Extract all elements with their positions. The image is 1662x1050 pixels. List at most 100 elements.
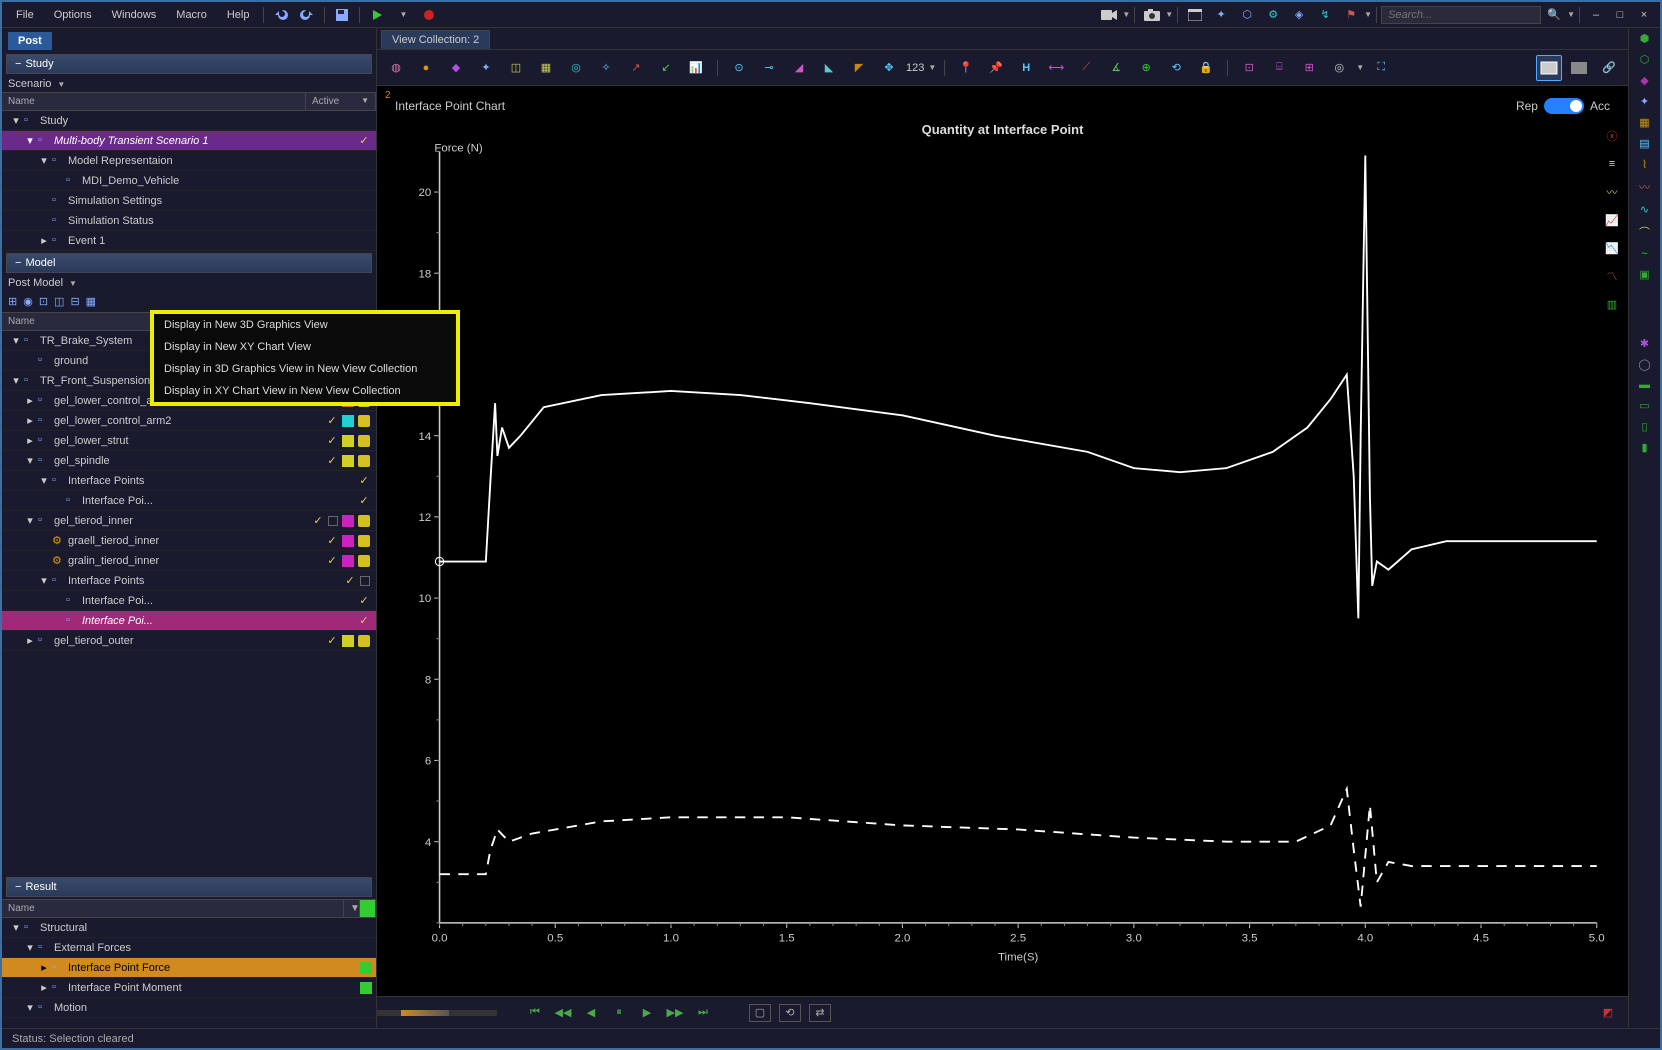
tree-row[interactable]: ▸▫gel_lower_strut✓ (2, 431, 376, 451)
expand-arrow[interactable]: ▸ (38, 961, 50, 974)
expand-arrow[interactable]: ▾ (10, 374, 22, 387)
ric-box1-icon[interactable]: ▣ (1639, 268, 1649, 281)
tree-row[interactable]: ▾▫gel_tierod_inner✓ (2, 511, 376, 531)
cm-item-3d-new[interactable]: Display in New 3D Graphics View (154, 314, 456, 336)
tool-icon-1[interactable]: ✦ (1211, 5, 1231, 25)
scenario-dropdown[interactable]: ▼ (57, 80, 65, 89)
play-fwd-icon[interactable]: ▶ (637, 1003, 657, 1023)
tree-row[interactable]: ▫Interface Poi...✓ (2, 591, 376, 611)
expand-arrow[interactable]: ▾ (10, 334, 22, 347)
vtb-grid-icon[interactable]: ▦ (533, 55, 559, 81)
col-active[interactable]: Active▼ (306, 93, 376, 110)
color-swatch[interactable] (342, 455, 354, 467)
model-tb-1[interactable]: ⊞ (8, 295, 17, 308)
menu-windows[interactable]: Windows (102, 5, 167, 25)
tree-row[interactable]: ▫MDI_Demo_Vehicle (2, 171, 376, 191)
color-swatch[interactable] (342, 635, 354, 647)
tree-row[interactable]: ▾▫Structural (2, 918, 376, 938)
vtb-dim1-icon[interactable]: ⟷ (1043, 55, 1069, 81)
rep-acc-toggle[interactable] (1544, 98, 1584, 114)
tree-row[interactable]: ▸▫gel_tierod_outer✓ (2, 631, 376, 651)
vtb-group2-icon[interactable]: ⌸ (1266, 55, 1292, 81)
tree-row[interactable]: ⚙gralin_tierod_inner✓ (2, 551, 376, 571)
tool-icon-6[interactable]: ⚑ (1341, 5, 1361, 25)
record-icon[interactable] (419, 5, 439, 25)
play-dropdown-icon[interactable]: ▼ (393, 5, 413, 25)
tree-row[interactable]: ▸▫Interface Point Moment (2, 978, 376, 998)
color-swatch[interactable] (342, 535, 354, 547)
vtb-link-icon[interactable]: ⊸ (756, 55, 782, 81)
vtb-surf3-icon[interactable]: ◤ (846, 55, 872, 81)
vtb-sphere-icon[interactable]: ● (413, 55, 439, 81)
model-header[interactable]: −Model (6, 253, 372, 273)
skip-end-icon[interactable]: ⏭ (693, 1003, 713, 1023)
col-name[interactable]: Name (2, 93, 306, 110)
vtb-arrow2-icon[interactable]: ↙ (653, 55, 679, 81)
vtb-axes1-icon[interactable]: ✦ (473, 55, 499, 81)
tree-row[interactable]: ▸▫Event 1 (2, 231, 376, 251)
expand-arrow[interactable]: ▾ (38, 154, 50, 167)
vtb-move-icon[interactable]: ✥ (876, 55, 902, 81)
color-swatch[interactable] (342, 415, 354, 427)
ric-axes-icon[interactable]: ✦ (1640, 95, 1649, 108)
timeline-slider[interactable] (377, 1010, 497, 1016)
tree-row[interactable]: ▫Simulation Status (2, 211, 376, 231)
post-model-dropdown[interactable]: ▼ (69, 279, 77, 288)
search-icon[interactable]: 🔍 (1544, 5, 1564, 25)
vtb-arrow1-icon[interactable]: ↗ (623, 55, 649, 81)
undo-icon[interactable] (271, 5, 291, 25)
expand-arrow[interactable]: ▸ (24, 634, 36, 647)
tree-row[interactable]: ▸▫Interface Point Force (2, 958, 376, 978)
chart-curve4-icon[interactable]: 〽 (1602, 266, 1622, 286)
chart-close-icon[interactable]: ⓧ (1602, 126, 1622, 146)
chart-curve2-icon[interactable]: 📈 (1602, 210, 1622, 230)
vtb-group1-icon[interactable]: ⊡ (1236, 55, 1262, 81)
vtb-pin2-icon[interactable]: 📌 (983, 55, 1009, 81)
expand-arrow[interactable]: ▸ (24, 434, 36, 447)
vtb-node-icon[interactable]: ⊙ (726, 55, 752, 81)
camera-dropdown[interactable]: ▼ (1165, 10, 1173, 19)
expand-arrow[interactable]: ▸ (38, 981, 50, 994)
model-tb-6[interactable]: ▦ (86, 295, 96, 308)
tree-row[interactable]: ▫Interface Poi...✓ (2, 491, 376, 511)
tree-row[interactable]: ▫Simulation Settings (2, 191, 376, 211)
ric-layer4-icon[interactable]: ▮ (1641, 441, 1647, 454)
step-back-icon[interactable]: ◀◀ (553, 1003, 573, 1023)
step-fwd-icon[interactable]: ▶▶ (665, 1003, 685, 1023)
vtb-expand-icon[interactable]: ⛶ (1368, 55, 1394, 81)
vtb-chart-icon[interactable]: 📊 (683, 55, 709, 81)
vtb-orbit-icon[interactable]: ◍ (383, 55, 409, 81)
expand-arrow[interactable]: ▾ (10, 114, 22, 127)
vtb-group3-icon[interactable]: ⊞ (1296, 55, 1322, 81)
expand-arrow[interactable]: ▸ (24, 414, 36, 427)
ric-sheet-icon[interactable]: ▤ (1639, 137, 1649, 150)
cm-item-xy-new[interactable]: Display in New XY Chart View (154, 336, 456, 358)
expand-arrow[interactable]: ▾ (24, 514, 36, 527)
maximize-button[interactable]: □ (1608, 9, 1632, 21)
pc-swap-icon[interactable]: ⇄ (809, 1004, 831, 1022)
expand-arrow[interactable]: ▾ (38, 474, 50, 487)
menu-options[interactable]: Options (44, 5, 102, 25)
vtb-num-label[interactable]: 123 (906, 55, 924, 81)
pc-box-icon[interactable]: ▢ (749, 1004, 771, 1022)
menu-macro[interactable]: Macro (166, 5, 217, 25)
tree-row[interactable]: ▸▫gel_lower_control_arm2✓ (2, 411, 376, 431)
ric-arc-icon[interactable]: ⌒ (1639, 224, 1650, 240)
window-icon[interactable] (1185, 5, 1205, 25)
ric-layer3-icon[interactable]: ▯ (1641, 420, 1647, 433)
expand-arrow[interactable]: ▾ (38, 574, 50, 587)
model-tb-5[interactable]: ⊟ (70, 295, 79, 308)
tree-row[interactable]: ▾▫Study (2, 111, 376, 131)
tool-icon-4[interactable]: ◈ (1289, 5, 1309, 25)
color-swatch[interactable] (342, 515, 354, 527)
expand-arrow[interactable]: ▸ (24, 394, 36, 407)
search-input[interactable] (1381, 6, 1541, 24)
ric-pulse-icon[interactable]: 〰 (1639, 179, 1650, 195)
video-icon[interactable] (1099, 5, 1119, 25)
vtb-viewmode1-icon[interactable] (1536, 55, 1562, 81)
model-tb-3[interactable]: ⊡ (39, 295, 48, 308)
menu-help[interactable]: Help (217, 5, 260, 25)
ric-sig-icon[interactable]: ~ (1641, 248, 1647, 260)
vtb-dim3-icon[interactable]: ∡ (1103, 55, 1129, 81)
expand-arrow[interactable]: ▾ (24, 454, 36, 467)
